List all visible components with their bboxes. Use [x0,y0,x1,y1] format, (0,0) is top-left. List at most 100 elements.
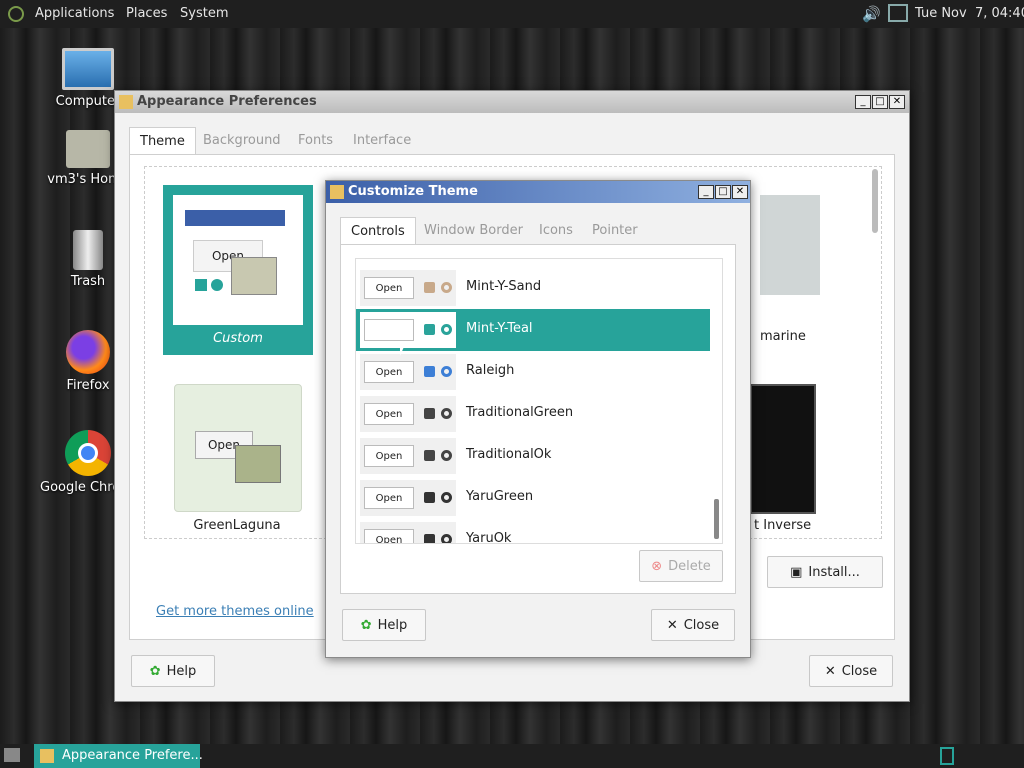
radio-icon [211,279,223,291]
taskbar-window-label: Appearance Prefere... [62,748,203,763]
delete-icon: ⊗ [651,558,663,574]
top-panel: Applications Places System 🔊 Tue Nov 7, … [0,0,1024,28]
maximize-button[interactable]: □ [715,185,731,199]
theme-list-item-label: TraditionalOk [466,447,552,462]
network-icon[interactable] [888,4,908,22]
controls-preview: Open [360,354,456,390]
radio-icon [441,366,452,377]
help-label: Help [166,663,197,679]
theme-list-item[interactable]: Open Mint-Y-Sand [356,267,710,309]
customize-dialog: Customize Theme _ □ ✕ Controls Window Bo… [325,180,751,658]
preview-open-button: Open [364,445,414,467]
tab-icons[interactable]: Icons [529,217,583,245]
delete-label: Delete [668,558,711,574]
close-button[interactable]: ✕ Close [651,609,735,641]
clock[interactable]: Tue Nov 7, 04:40 [915,6,1024,21]
checkbox-icon [424,366,435,377]
help-label: Help [377,617,408,633]
mouse-cursor-icon [400,342,406,356]
firefox-icon [66,330,110,374]
theme-list-item[interactable]: Open Raleigh [356,351,710,393]
radio-icon [441,282,452,293]
tab-controls[interactable]: Controls [340,217,416,246]
preview-open-button: Open [364,487,414,509]
menu-places[interactable]: Places [126,6,167,21]
delete-button[interactable]: ⊗ Delete [639,550,723,582]
close-icon: ✕ [824,663,836,679]
close-label: Close [841,663,878,679]
theme-preview: Open [173,195,303,325]
maximize-button[interactable]: □ [872,95,888,109]
controls-preview: Open [360,396,456,432]
checkbox-icon [424,282,435,293]
appearance-titlebar[interactable]: Appearance Preferences _ □ ✕ [115,91,909,113]
chrome-icon [65,430,111,476]
theme-list-item[interactable]: Open TraditionalGreen [356,393,710,435]
more-themes-link[interactable]: Get more themes online [156,604,314,619]
tab-theme[interactable]: Theme [129,127,196,156]
preview-open-button: Open [364,277,414,299]
app-icon [119,95,133,109]
tab-pointer[interactable]: Pointer [582,217,648,245]
theme-list-item-label: YaruOk [466,531,512,544]
install-icon: ▣ [790,564,803,580]
tab-interface[interactable]: Interface [343,127,421,155]
theme-list-item-label: YaruGreen [466,489,534,504]
theme-name: Custom [213,331,263,346]
theme-list-item-label: TraditionalGreen [466,405,574,420]
theme-list-item[interactable]: Open YaruOk [356,519,710,544]
close-icon: ✕ [666,617,678,633]
theme-card-greenlaguna[interactable]: Open GreenLaguna [174,384,324,533]
theme-scrollbar[interactable] [872,169,878,233]
help-button[interactable]: ✿ Help [131,655,215,687]
minimize-button[interactable]: _ [855,95,871,109]
checkbox-icon [424,324,435,335]
help-button[interactable]: ✿ Help [342,609,426,641]
theme-list-item[interactable]: Open Mint-Y-Teal [356,309,710,351]
appearance-tabs: Theme Background Fonts Interface [129,127,895,156]
show-desktop-icon[interactable] [4,748,20,762]
checkbox-icon [424,492,435,503]
theme-list-item-label: Mint-Y-Sand [466,279,542,294]
computer-icon [62,48,114,90]
theme-list-item[interactable]: Open TraditionalOk [356,435,710,477]
controls-preview: Open [360,312,456,348]
theme-list-item-label: Raleigh [466,363,515,378]
theme-list-item-label: Mint-Y-Teal [466,321,533,336]
controls-preview: Open [360,270,456,306]
close-button[interactable]: ✕ Close [809,655,893,687]
tab-window-border[interactable]: Window Border [414,217,533,245]
mint-menu-icon[interactable] [8,6,24,22]
radio-icon [441,324,452,335]
theme-name: t Inverse [754,518,812,533]
help-icon: ✿ [360,617,372,633]
customize-titlebar[interactable]: Customize Theme _ □ ✕ [326,181,750,203]
controls-preview: Open [360,438,456,474]
theme-card-custom[interactable]: Open Custom [163,185,313,355]
tab-fonts[interactable]: Fonts [288,127,343,155]
minimize-button[interactable]: _ [698,185,714,199]
desktop-icon-label: Computer [55,94,121,109]
checkbox-icon [424,534,435,543]
close-window-button[interactable]: ✕ [889,95,905,109]
theme-list-item[interactable]: Open YaruGreen [356,477,710,519]
desktop-icon-label: Firefox [66,378,110,393]
preview-open-button: Open [364,361,414,383]
volume-icon[interactable]: 🔊 [862,5,881,23]
close-window-button[interactable]: ✕ [732,185,748,199]
tab-background[interactable]: Background [193,127,291,155]
customize-tabs: Controls Window Border Icons Pointer [340,217,736,246]
theme-preview: Open [174,384,302,512]
window-title: Appearance Preferences [137,94,317,109]
app-icon [40,749,54,763]
taskbar-window-button[interactable]: Appearance Prefere... [34,744,203,768]
install-button[interactable]: ▣ Install... [767,556,883,588]
dialog-title: Customize Theme [348,184,478,199]
list-scrollbar[interactable] [714,499,719,539]
theme-name: GreenLaguna [193,518,281,533]
workspace-switcher-icon[interactable] [940,747,954,765]
menu-system[interactable]: System [180,6,228,21]
menu-applications[interactable]: Applications [35,6,114,21]
controls-preview: Open [360,522,456,543]
taskbar: Appearance Prefere... [0,744,1024,768]
